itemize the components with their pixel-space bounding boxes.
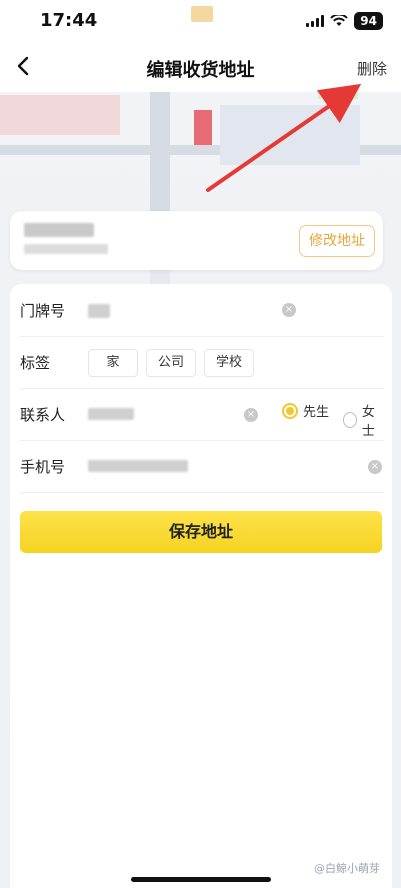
address-detail-redacted	[24, 244, 108, 254]
address-name-redacted	[24, 223, 94, 237]
gender-ms-radio[interactable]: 女士	[343, 401, 384, 439]
gender-ms-label: 女士	[361, 405, 375, 439]
phone-input[interactable]	[88, 460, 188, 472]
cellular-signal-icon	[306, 15, 325, 27]
map-block	[220, 105, 360, 165]
tag-company-button[interactable]: 公司	[146, 349, 196, 377]
edit-address-button[interactable]: 修改地址	[299, 225, 375, 257]
phone-clear-icon[interactable]: ×	[368, 460, 382, 474]
status-icons: 94	[306, 12, 383, 30]
map-road	[150, 85, 170, 215]
tag-row: 标签 家 公司 学校	[20, 336, 384, 389]
contact-label: 联系人	[20, 406, 66, 424]
door-number-input[interactable]	[88, 304, 110, 318]
radio-unselected-icon	[343, 412, 357, 428]
contact-row: 联系人 × 先生 女士	[20, 388, 384, 441]
address-card: 修改地址	[10, 211, 383, 270]
door-clear-icon[interactable]: ×	[282, 303, 296, 317]
phone-row: 手机号 ×	[20, 440, 384, 493]
gender-mr-radio[interactable]: 先生	[282, 401, 329, 420]
delete-button[interactable]: 删除	[357, 58, 387, 79]
wifi-icon	[330, 15, 349, 26]
door-number-label: 门牌号	[20, 302, 66, 320]
contact-input[interactable]	[88, 408, 134, 420]
contact-clear-icon[interactable]: ×	[244, 408, 258, 422]
home-indicator	[131, 877, 271, 882]
battery-icon: 94	[354, 12, 383, 30]
phone-label: 手机号	[20, 458, 66, 476]
map-poi-marker	[194, 110, 212, 145]
address-form: 门牌号 × 标签 家 公司 学校 联系人 × 先生 女士 手机号 × 保存地址 …	[10, 284, 392, 888]
tag-home-button[interactable]: 家	[88, 349, 138, 377]
status-bar: 17:44 94	[0, 0, 401, 44]
status-time: 17:44	[40, 10, 98, 31]
dynamic-island-indicator	[191, 6, 213, 22]
tag-label: 标签	[20, 354, 51, 372]
door-number-row: 门牌号 ×	[20, 284, 384, 337]
watermark: @白鲸小萌芽	[314, 862, 380, 875]
tag-school-button[interactable]: 学校	[204, 349, 254, 377]
radio-selected-icon	[282, 402, 298, 419]
gender-mr-label: 先生	[303, 405, 330, 420]
map-block	[0, 95, 120, 135]
page-title: 编辑收货地址	[146, 60, 255, 81]
save-address-button[interactable]: 保存地址	[20, 511, 382, 553]
nav-header: 编辑收货地址 删除	[0, 44, 401, 92]
